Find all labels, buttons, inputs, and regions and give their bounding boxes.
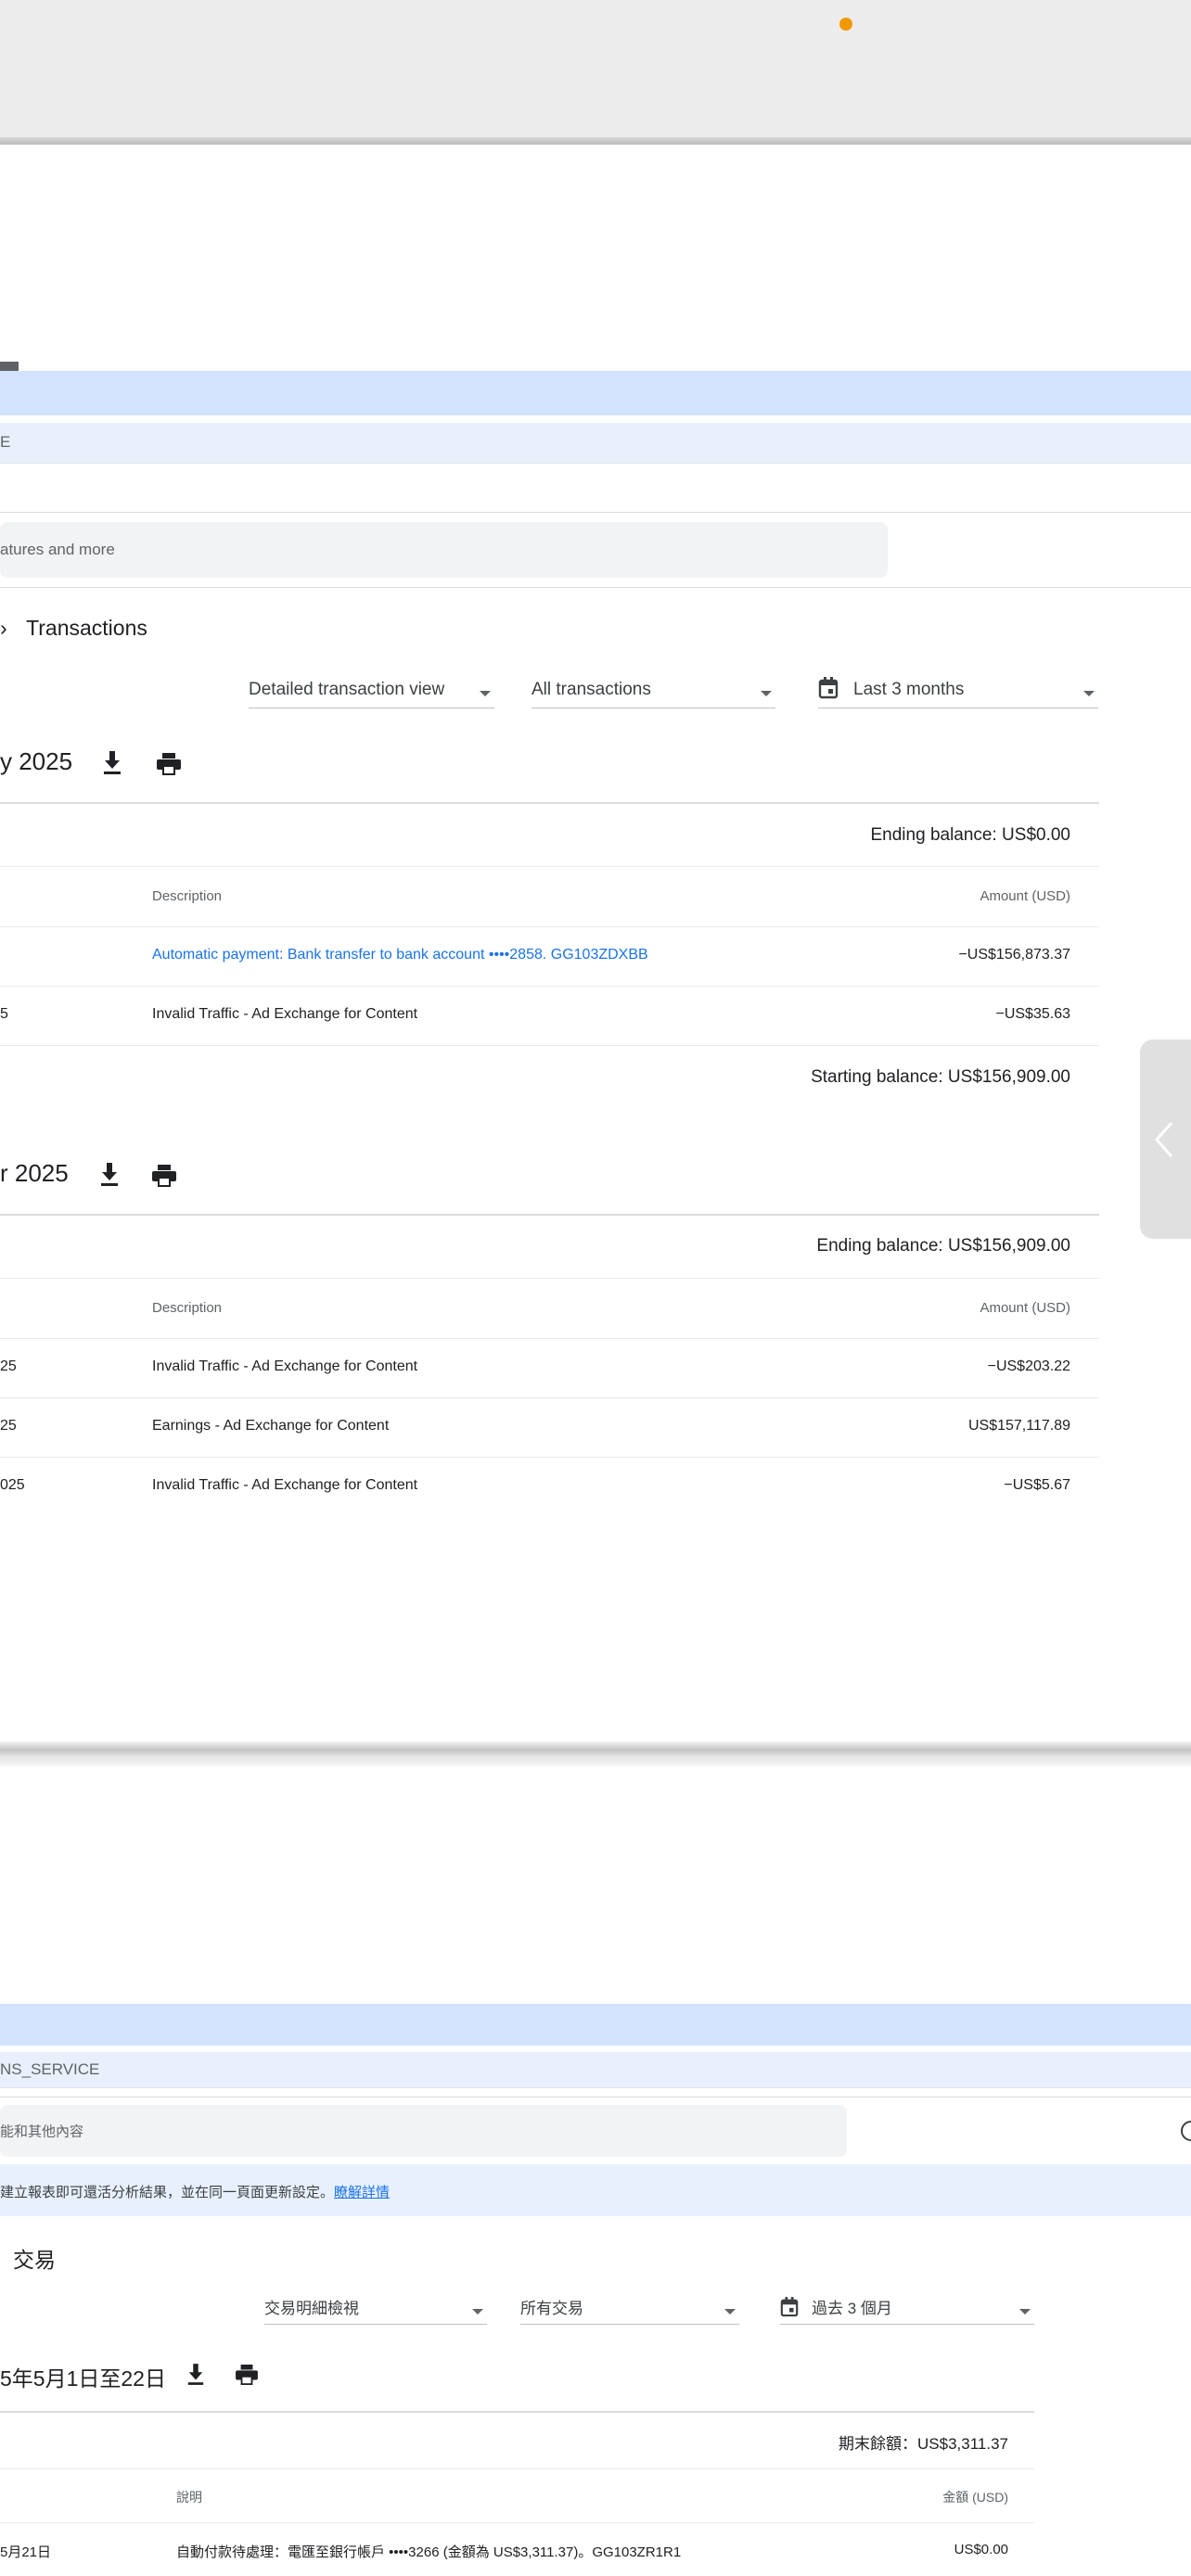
learn-more-link[interactable]: 瞭解詳情 [334,2185,390,2200]
divider [0,587,1191,588]
download-icon[interactable] [99,1163,120,1187]
account-id-text: E [0,433,11,451]
payment-link[interactable]: Automatic payment: Bank transfer to bank… [152,947,648,963]
search-bar[interactable]: atures and more [0,522,888,578]
print-icon[interactable] [236,2365,258,2385]
dropdown-caret-icon [1019,2309,1031,2315]
starting-balance: Starting balance: US$156,909.00 [811,1067,1070,1087]
dropdown-caret-icon [724,2309,736,2315]
date-range-label: 過去 3 個月 [812,2300,892,2317]
search-placeholder: 能和其他內容 [0,2123,84,2140]
page-title: 交易 [13,2248,56,2272]
column-header-description: Description [152,1300,223,1316]
row-divider [0,2522,1034,2523]
side-panel-toggle[interactable] [1140,1039,1191,1239]
column-header-amount: 金額 (USD) [942,2490,1008,2505]
month-heading: r 2025 [0,1159,69,1187]
row-divider [0,2468,1034,2469]
table-top-rule [0,1214,1099,1216]
row-divider [0,1338,1099,1339]
download-icon[interactable] [102,751,122,775]
column-header-amount: Amount (USD) [980,888,1070,904]
window-divider [0,1741,1191,1766]
date-range-label: Last 3 months [853,680,965,699]
ending-balance: Ending balance: US$0.00 [870,825,1071,845]
print-icon[interactable] [157,753,181,775]
month-heading: y 2025 [0,747,73,775]
dropdown-caret-icon [1083,691,1095,696]
account-id-text: NS_SERVICE [0,2060,100,2078]
print-icon[interactable] [152,1165,176,1187]
dropdown-caret-icon [480,691,491,696]
row-amount: −US$35.63 [995,1006,1070,1022]
row-amount: −US$203.22 [987,1358,1070,1374]
row-amount: US$0.00 [954,2542,1008,2557]
row-divider [0,1457,1099,1458]
row-divider [0,1397,1099,1398]
table-top-rule [0,802,1099,804]
search-bar[interactable]: 能和其他內容 [0,2105,847,2157]
type-select[interactable]: All transactions [531,666,775,708]
row-divider [0,1045,1099,1046]
row-amount: US$157,117.89 [967,1418,1070,1434]
ending-balance: Ending balance: US$156,909.00 [816,1236,1070,1256]
chevron-left-icon [1154,1122,1173,1157]
search-placeholder: atures and more [0,541,115,558]
column-header-description: 說明 [176,2490,202,2505]
row-description: 自動付款待處理：電匯至銀行帳戶 ••••3266 (金額為 US$3,311.3… [176,2544,682,2560]
row-description: Invalid Traffic - Ad Exchange for Conten… [152,1477,418,1493]
divider [0,2097,1191,2098]
account-id-bar: NS_SERVICE [0,2052,1191,2088]
view-select[interactable]: 交易明細檢視 [264,2289,487,2325]
breadcrumb-separator: › [0,616,7,640]
breadcrumb: › Transactions [0,616,147,641]
account-id-bar: E [0,423,1191,464]
divider [0,512,1191,513]
view-select-label: Detailed transaction view [249,680,445,699]
account-banner [0,371,1191,415]
dropdown-caret-icon [472,2309,483,2315]
row-date: 5 [0,1006,8,1022]
type-select-label: All transactions [531,680,651,699]
view-select[interactable]: Detailed transaction view [249,666,494,708]
window-divider [0,137,1191,145]
dropdown-caret-icon [761,691,772,696]
table-top-rule [0,2411,1034,2413]
info-banner: 建立報表即可還活分析結果，並在同一頁面更新設定。瞭解詳情 [0,2164,1191,2216]
column-header-description: Description [152,888,223,904]
row-date: 25 [0,1358,17,1374]
row-amount: −US$156,873.37 [958,947,1070,963]
date-range-select[interactable]: 過去 3 個月 [780,2289,1034,2325]
calendar-icon [818,677,839,699]
ending-balance: 期末餘額：US$3,311.37 [839,2435,1008,2453]
row-description: Invalid Traffic - Ad Exchange for Conten… [152,1358,418,1374]
row-divider [0,986,1099,987]
row-description: Earnings - Ad Exchange for Content [152,1418,390,1434]
column-header-amount: Amount (USD) [980,1300,1070,1316]
row-divider [0,926,1099,927]
type-select[interactable]: 所有交易 [520,2289,739,2325]
type-select-label: 所有交易 [520,2300,583,2317]
row-amount: −US$5.67 [1004,1477,1070,1493]
account-banner [0,2004,1191,2046]
page-title: Transactions [26,616,147,640]
info-text: 建立報表即可還活分析結果，並在同一頁面更新設定。 [0,2185,335,2200]
date-range-select[interactable]: Last 3 months [818,666,1098,708]
month-heading: 5年5月1日至22日 [0,2366,166,2391]
download-icon[interactable] [186,2364,205,2386]
row-description: Invalid Traffic - Ad Exchange for Conten… [152,1006,418,1022]
help-circle-icon[interactable] [1180,2120,1191,2142]
row-date: 25 [0,1418,17,1434]
row-divider [0,866,1099,867]
notification-dot [839,18,852,31]
calendar-icon [780,2297,799,2317]
view-select-label: 交易明細檢視 [264,2300,359,2317]
row-divider [0,1278,1099,1279]
row-date: 025 [0,1477,25,1493]
row-date: 5月21日 [0,2544,52,2560]
